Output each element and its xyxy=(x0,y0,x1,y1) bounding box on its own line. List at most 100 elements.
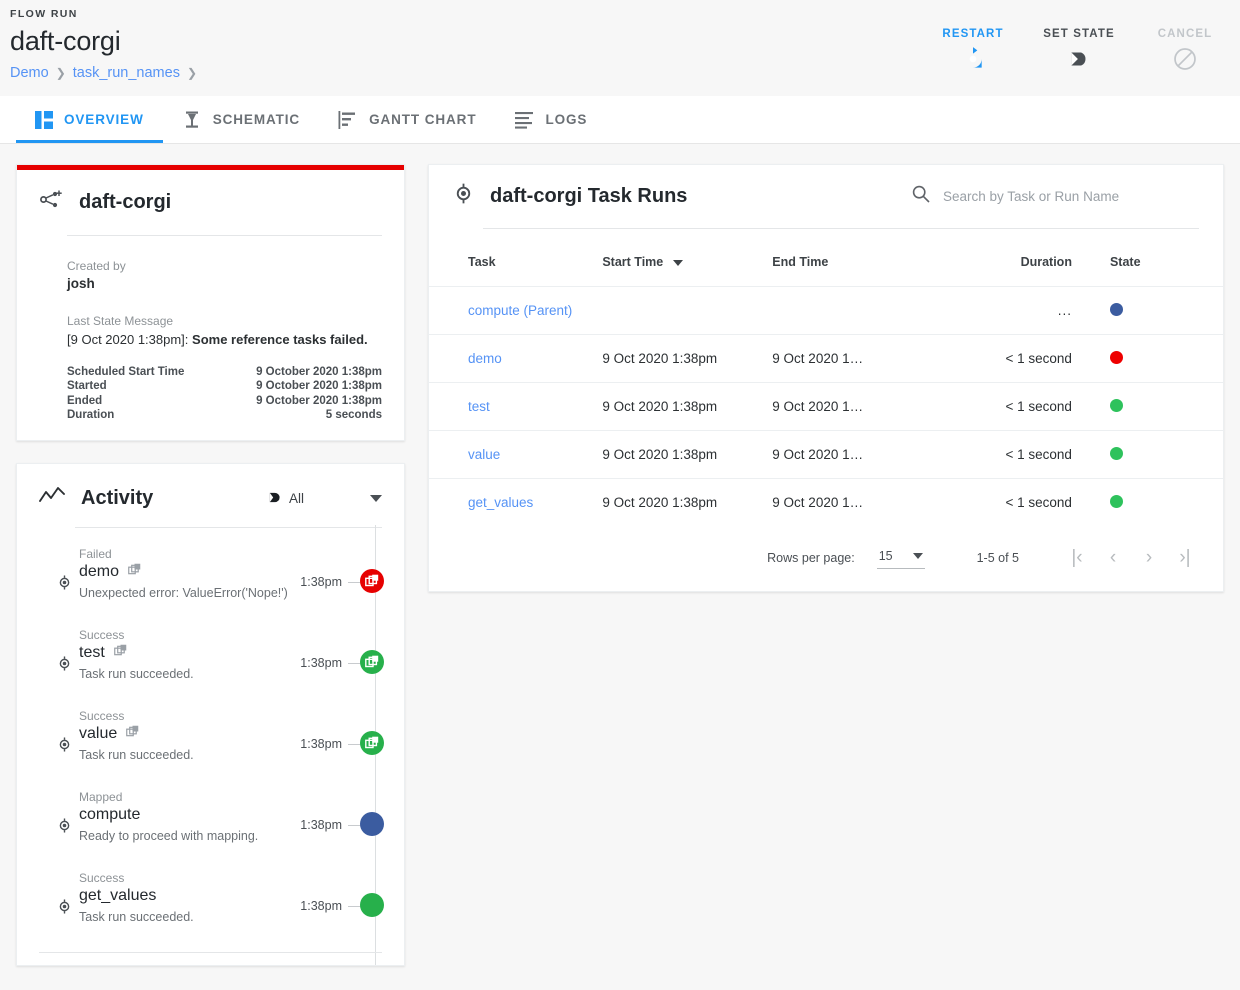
cell-duration: < 1 second xyxy=(968,479,1100,527)
restart-button[interactable]: RESTART xyxy=(932,28,1014,74)
breadcrumb-item-task-run-names[interactable]: task_run_names xyxy=(73,65,180,81)
tab-logs-label: LOGS xyxy=(545,112,587,127)
column-header-task[interactable]: Task xyxy=(429,233,602,287)
cell-start-time: 9 Oct 2020 1:38pm xyxy=(602,335,772,383)
search-box[interactable] xyxy=(911,184,1199,209)
breadcrumb-item-demo[interactable]: Demo xyxy=(10,65,49,81)
schematic-icon xyxy=(182,110,202,130)
flag-icon xyxy=(1038,46,1120,74)
column-header-state[interactable]: State xyxy=(1100,233,1223,287)
activity-name-row: demo xyxy=(79,563,404,581)
first-page-button[interactable]: |‹ xyxy=(1059,548,1095,567)
cell-end-time: 9 Oct 2020 1… xyxy=(772,335,968,383)
scheduled-start-value: 9 October 2020 1:38pm xyxy=(256,365,382,379)
cell-state xyxy=(1100,431,1223,479)
activity-state-dot xyxy=(360,650,384,674)
cancel-icon xyxy=(1144,46,1226,74)
status-badge xyxy=(1110,351,1123,364)
tab-schematic-label: SCHEMATIC xyxy=(213,112,300,127)
activity-task-name: test xyxy=(79,644,105,662)
status-badge xyxy=(1110,303,1123,316)
chevron-right-icon: ❯ xyxy=(187,66,197,80)
column-header-end-time[interactable]: End Time xyxy=(772,233,968,287)
tab-schematic[interactable]: SCHEMATIC xyxy=(163,96,319,143)
table-row[interactable]: compute (Parent) ... xyxy=(429,287,1223,335)
cell-duration: < 1 second xyxy=(968,383,1100,431)
status-badge xyxy=(1110,447,1123,460)
chevron-down-icon[interactable] xyxy=(370,495,382,502)
activity-state-dot xyxy=(360,812,384,836)
activity-state: Success xyxy=(79,708,404,724)
target-icon xyxy=(57,575,72,595)
tab-gantt-chart[interactable]: GANTT CHART xyxy=(319,96,495,143)
activity-card: Activity All xyxy=(16,463,405,966)
column-header-duration[interactable]: Duration xyxy=(968,233,1100,287)
activity-filter[interactable]: All xyxy=(268,491,304,507)
table-row[interactable]: get_values 9 Oct 2020 1:38pm 9 Oct 2020 … xyxy=(429,479,1223,527)
target-icon xyxy=(453,183,474,209)
right-column: daft-corgi Task Runs Task xyxy=(428,164,1224,966)
activity-time: 1:38pm xyxy=(300,737,342,751)
activity-item[interactable]: Success value Task run succeeded. 1:38p xyxy=(17,708,404,789)
tab-bar: OVERVIEW SCHEMATIC GANTT CHART xyxy=(0,96,1240,144)
flow-card-title: daft-corgi xyxy=(79,191,171,214)
previous-page-button[interactable]: ‹ xyxy=(1095,548,1131,567)
task-link[interactable]: get_values xyxy=(468,495,533,510)
trend-line-icon xyxy=(39,486,65,511)
table-row[interactable]: value 9 Oct 2020 1:38pm 9 Oct 2020 1… < … xyxy=(429,431,1223,479)
pagination-range: 1-5 of 5 xyxy=(977,551,1019,565)
chevron-down-icon xyxy=(913,553,923,559)
logs-icon xyxy=(514,111,534,129)
activity-time: 1:38pm xyxy=(300,575,342,589)
activity-message: Task run succeeded. xyxy=(79,667,404,681)
last-state-message-label: Last State Message xyxy=(67,314,382,328)
tab-logs[interactable]: LOGS xyxy=(495,96,606,143)
task-runs-table: Task Start Time End Time Duration State … xyxy=(429,233,1223,527)
table-header-row: Task Start Time End Time Duration State xyxy=(429,233,1223,287)
task-link[interactable]: value xyxy=(468,447,500,462)
activity-time: 1:38pm xyxy=(300,656,342,670)
time-row: Ended 9 October 2020 1:38pm xyxy=(67,394,382,408)
cell-state xyxy=(1100,479,1223,527)
tab-overview[interactable]: OVERVIEW xyxy=(16,96,163,143)
activity-item[interactable]: Failed demo Unexpected error: ValueError… xyxy=(17,546,404,627)
target-icon xyxy=(57,818,72,838)
cell-start-time xyxy=(602,287,772,335)
duration-label: Duration xyxy=(67,408,114,422)
activity-item[interactable]: Mapped compute Ready to proceed with map… xyxy=(17,789,404,870)
activity-state: Success xyxy=(79,870,404,886)
table-pagination: Rows per page: 15 1-5 of 5 |‹ ‹ › ›| xyxy=(429,527,1223,583)
activity-name-row: test xyxy=(79,644,404,662)
target-icon xyxy=(57,899,72,919)
restart-icon xyxy=(932,46,1014,74)
task-link[interactable]: demo xyxy=(468,351,502,366)
cell-end-time: 9 Oct 2020 1… xyxy=(772,431,968,479)
rows-per-page-select[interactable]: 15 xyxy=(877,547,925,569)
flow-card-body: Created by josh Last State Message [9 Oc… xyxy=(17,259,404,422)
next-page-button[interactable]: › xyxy=(1131,548,1167,567)
set-state-button[interactable]: SET STATE xyxy=(1038,28,1120,74)
table-row[interactable]: demo 9 Oct 2020 1:38pm 9 Oct 2020 1… < 1… xyxy=(429,335,1223,383)
activity-item[interactable]: Success test Task run succeeded. 1:38pm xyxy=(17,627,404,708)
flow-run-card: daft-corgi Created by josh Last State Me… xyxy=(16,164,405,441)
cancel-button: CANCEL xyxy=(1144,28,1226,74)
dashboard-icon xyxy=(35,111,53,129)
task-link[interactable]: test xyxy=(468,399,490,414)
task-link[interactable]: compute (Parent) xyxy=(468,303,572,318)
cell-state xyxy=(1100,287,1223,335)
activity-time: 1:38pm xyxy=(300,818,342,832)
activity-message: Unexpected error: ValueError('Nope!') xyxy=(79,586,404,600)
table-row[interactable]: test 9 Oct 2020 1:38pm 9 Oct 2020 1… < 1… xyxy=(429,383,1223,431)
activity-name-row: value xyxy=(79,725,404,743)
activity-task-name: value xyxy=(79,725,117,743)
started-label: Started xyxy=(67,379,107,393)
task-runs-title: daft-corgi Task Runs xyxy=(490,185,687,208)
search-input[interactable] xyxy=(943,189,1199,204)
last-page-button[interactable]: ›| xyxy=(1167,548,1203,567)
cell-end-time: 9 Oct 2020 1… xyxy=(772,479,968,527)
divider xyxy=(483,228,1199,229)
activity-item[interactable]: Success get_values Task run succeeded. 1… xyxy=(17,870,404,951)
page-eyebrow: FLOW RUN xyxy=(10,8,1240,20)
cell-duration: < 1 second xyxy=(968,335,1100,383)
column-header-start-time[interactable]: Start Time xyxy=(602,233,772,287)
